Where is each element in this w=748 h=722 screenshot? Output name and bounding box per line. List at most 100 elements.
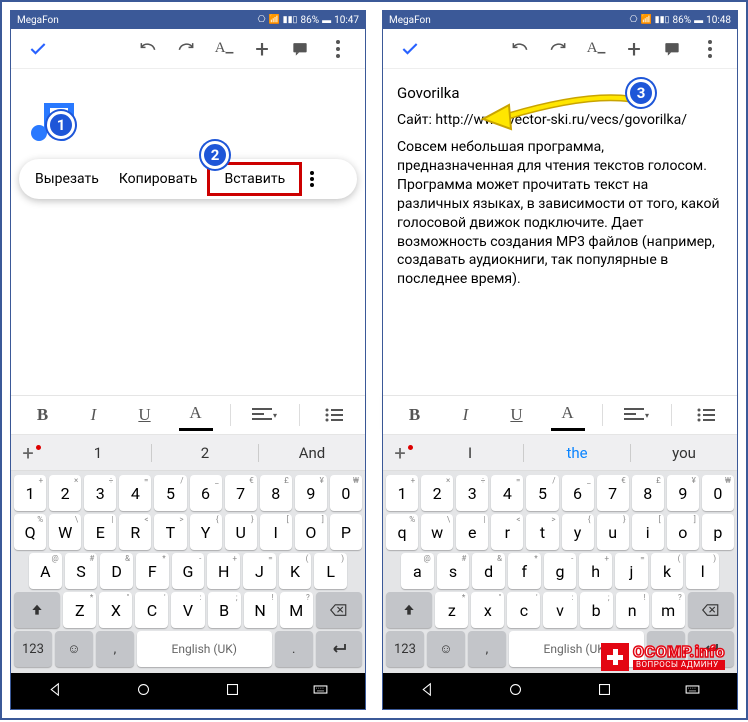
align-button[interactable]: ▾: [620, 399, 654, 431]
key-backspace[interactable]: [688, 592, 734, 628]
key-r[interactable]: r<: [491, 514, 523, 550]
key-7[interactable]: 7€: [597, 475, 629, 511]
suggestion-1[interactable]: I: [417, 444, 523, 462]
key-w[interactable]: W\: [49, 514, 81, 550]
key-d[interactable]: D&: [100, 553, 133, 589]
confirm-button[interactable]: [21, 32, 55, 66]
list-button[interactable]: [317, 399, 351, 431]
key-c[interactable]: C': [135, 592, 168, 628]
more-button[interactable]: [321, 32, 355, 66]
key-8[interactable]: 8£: [632, 475, 664, 511]
context-more-button[interactable]: [302, 171, 322, 187]
key-2[interactable]: 2×: [49, 475, 81, 511]
key-f[interactable]: F*: [136, 553, 169, 589]
text-format-button[interactable]: A▁: [579, 32, 613, 66]
undo-button[interactable]: [503, 32, 537, 66]
key-m[interactable]: M?: [280, 592, 313, 628]
key-l[interactable]: L): [314, 553, 347, 589]
undo-button[interactable]: [131, 32, 165, 66]
more-button[interactable]: [693, 32, 727, 66]
nav-back[interactable]: [419, 681, 436, 702]
key-s[interactable]: s#: [437, 553, 470, 589]
key-c[interactable]: c': [507, 592, 540, 628]
key-p[interactable]: P: [330, 514, 362, 550]
key-a[interactable]: a@: [401, 553, 434, 589]
key-1[interactable]: 1+: [386, 475, 418, 511]
redo-button[interactable]: [541, 32, 575, 66]
key-0[interactable]: 0₩: [702, 475, 734, 511]
key-6[interactable]: 6_: [562, 475, 594, 511]
key-u[interactable]: U}: [225, 514, 257, 550]
nav-home[interactable]: [507, 681, 524, 702]
key-e[interactable]: e|: [456, 514, 488, 550]
key-e[interactable]: E|: [84, 514, 116, 550]
key-t[interactable]: t>: [526, 514, 558, 550]
key-f[interactable]: f*: [508, 553, 541, 589]
key-p[interactable]: p: [702, 514, 734, 550]
key-o[interactable]: O]: [295, 514, 327, 550]
key-period[interactable]: .: [275, 631, 313, 667]
align-button[interactable]: ▾: [248, 399, 282, 431]
key-j[interactable]: J=: [243, 553, 276, 589]
nav-recent[interactable]: [224, 681, 241, 702]
cut-menuitem[interactable]: Вырезать: [25, 165, 109, 193]
key-m[interactable]: m?: [652, 592, 685, 628]
key-v[interactable]: v:: [543, 592, 576, 628]
key-i[interactable]: I[: [260, 514, 292, 550]
comment-button[interactable]: [655, 32, 689, 66]
suggestion-expand-button[interactable]: +: [383, 441, 417, 465]
key-emoji[interactable]: ☺: [55, 631, 93, 667]
list-button[interactable]: [689, 399, 723, 431]
key-space[interactable]: English (UK): [137, 631, 272, 667]
copy-menuitem[interactable]: Копировать: [109, 165, 208, 193]
key-j[interactable]: j=: [615, 553, 648, 589]
key-x[interactable]: x": [471, 592, 504, 628]
nav-recent[interactable]: [596, 681, 613, 702]
key-5[interactable]: 5/: [154, 475, 186, 511]
key-l[interactable]: l): [686, 553, 719, 589]
nav-keyboard[interactable]: [312, 681, 329, 702]
key-v[interactable]: V:: [171, 592, 204, 628]
text-color-button[interactable]: A: [179, 399, 213, 431]
key-2[interactable]: 2×: [421, 475, 453, 511]
key-7[interactable]: 7€: [225, 475, 257, 511]
key-h[interactable]: H+: [207, 553, 240, 589]
key-d[interactable]: d&: [472, 553, 505, 589]
key-b[interactable]: B;: [208, 592, 241, 628]
suggestion-1[interactable]: 1: [45, 444, 151, 462]
key-k[interactable]: K(: [279, 553, 312, 589]
key-4[interactable]: 4=: [119, 475, 151, 511]
key-i[interactable]: i[: [632, 514, 664, 550]
suggestion-2[interactable]: 2: [152, 444, 258, 462]
key-n[interactable]: N!: [244, 592, 277, 628]
key-y[interactable]: Y{: [190, 514, 222, 550]
key-comma[interactable]: ,: [468, 631, 506, 667]
key-emoji[interactable]: ☺: [427, 631, 465, 667]
key-s[interactable]: S#: [65, 553, 98, 589]
key-y[interactable]: y{: [562, 514, 594, 550]
key-8[interactable]: 8£: [260, 475, 292, 511]
key-9[interactable]: 9¥: [667, 475, 699, 511]
key-1[interactable]: 1+: [14, 475, 46, 511]
confirm-button[interactable]: [393, 32, 427, 66]
key-a[interactable]: A@: [29, 553, 62, 589]
key-9[interactable]: 9¥: [295, 475, 327, 511]
key-q[interactable]: q%: [386, 514, 418, 550]
nav-back[interactable]: [47, 681, 64, 702]
add-button[interactable]: +: [617, 32, 651, 66]
key-x[interactable]: X": [99, 592, 132, 628]
key-shift[interactable]: [14, 592, 60, 628]
key-6[interactable]: 6_: [190, 475, 222, 511]
nav-keyboard[interactable]: [684, 681, 701, 702]
italic-button[interactable]: I: [449, 399, 483, 431]
key-3[interactable]: 3÷: [456, 475, 488, 511]
key-z[interactable]: Z*: [63, 592, 96, 628]
key-b[interactable]: b;: [580, 592, 613, 628]
key-h[interactable]: h+: [579, 553, 612, 589]
key-r[interactable]: R<: [119, 514, 151, 550]
key-q[interactable]: Q%: [14, 514, 46, 550]
key-u[interactable]: u}: [597, 514, 629, 550]
key-123[interactable]: 123: [386, 631, 424, 667]
add-button[interactable]: +: [245, 32, 279, 66]
key-w[interactable]: w\: [421, 514, 453, 550]
